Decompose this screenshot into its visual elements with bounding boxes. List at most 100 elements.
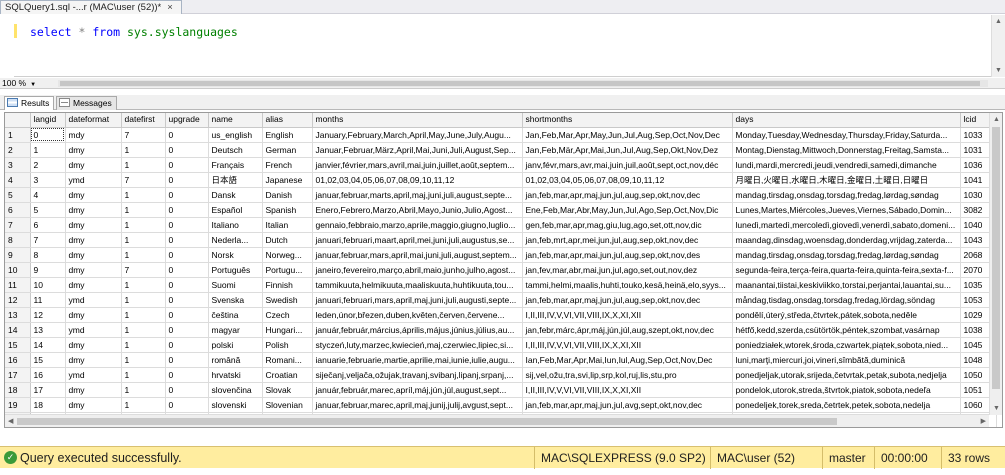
row-number[interactable]: 7 [5, 217, 31, 233]
table-cell[interactable]: Romani... [262, 352, 313, 368]
table-cell[interactable]: 0 [165, 292, 209, 308]
row-number[interactable]: 9 [5, 247, 31, 263]
table-cell[interactable]: 0 [165, 217, 209, 233]
table-cell[interactable]: ianuarie,februarie,martie,aprilie,mai,iu… [312, 352, 523, 368]
row-number[interactable]: 1 [5, 127, 31, 143]
table-cell[interactable]: Monday,Tuesday,Wednesday,Thursday,Friday… [732, 127, 961, 143]
row-number[interactable]: 5 [5, 187, 31, 203]
table-cell[interactable]: I,II,III,IV,V,VI,VII,VIII,IX,X,XI,XII [522, 307, 733, 323]
column-header[interactable]: datefirst [121, 113, 166, 128]
table-cell[interactable]: 1 [121, 397, 166, 413]
table-cell[interactable]: Enero,Febrero,Marzo,Abril,Mayo,Junio,Jul… [312, 202, 523, 218]
table-cell[interactable]: 0 [165, 337, 209, 353]
row-number[interactable]: 18 [5, 382, 31, 398]
scroll-up-icon[interactable]: ▲ [993, 116, 1000, 123]
table-cell[interactable]: 0 [165, 352, 209, 368]
column-header[interactable]: months [312, 113, 523, 128]
table-cell[interactable]: 13 [30, 322, 66, 338]
table-cell[interactable]: 1 [121, 352, 166, 368]
table-cell[interactable]: dmy [65, 382, 122, 398]
table-cell[interactable]: 16 [30, 367, 66, 383]
table-cell[interactable]: Montag,Dienstag,Mittwoch,Donnerstag,Frei… [732, 142, 961, 158]
table-cell[interactable]: 10 [30, 277, 66, 293]
table-cell[interactable]: 5 [30, 202, 66, 218]
row-number[interactable]: 13 [5, 307, 31, 323]
row-number[interactable]: 15 [5, 337, 31, 353]
table-cell[interactable]: dmy [65, 397, 122, 413]
table-cell[interactable]: ponedjeljak,utorak,srijeda,četvrtak,peta… [732, 367, 961, 383]
column-header[interactable]: langid [30, 113, 66, 128]
table-cell[interactable]: slovenčina [208, 382, 263, 398]
table-row[interactable]: 15 14 dmy 1 0 polski Polish styczeń,luty,marzec… [5, 337, 997, 353]
column-header[interactable]: upgrade [165, 113, 209, 128]
table-cell[interactable]: jan,feb,mrt,apr,mei,jun,jul,aug,sep,okt,… [522, 232, 733, 248]
table-row[interactable]: 12 11 ymd 1 0 Svenska Swedish januari,februari,… [5, 292, 997, 308]
table-cell[interactable]: Jan,Feb,Mär,Apr,Mai,Jun,Jul,Aug,Sep,Okt,… [522, 142, 733, 158]
column-header[interactable]: dateformat [65, 113, 122, 128]
query-editor[interactable]: select * from sys.syslanguages ▲ ▼ [0, 15, 1005, 77]
scroll-down-icon[interactable]: ▼ [995, 67, 1002, 74]
table-cell[interactable]: 12 [30, 307, 66, 323]
table-cell[interactable]: lunedì,martedì,mercoledì,giovedì,venerdì… [732, 217, 961, 233]
table-cell[interactable]: gennaio,febbraio,marzo,aprile,maggio,giu… [312, 217, 523, 233]
table-cell[interactable]: januar,februar,marts,april,maj,juni,juli… [312, 187, 523, 203]
table-cell[interactable]: dmy [65, 262, 122, 278]
table-cell[interactable]: 01,02,03,04,05,06,07,08,09,10,11,12 [312, 172, 523, 188]
table-cell[interactable]: styczeń,luty,marzec,kwiecień,maj,czerwie… [312, 337, 523, 353]
table-cell[interactable]: 1 [121, 367, 166, 383]
table-cell[interactable]: Danish [262, 187, 313, 203]
table-cell[interactable]: Svenska [208, 292, 263, 308]
row-number-header[interactable] [5, 113, 31, 128]
tab-messages[interactable]: Messages [56, 96, 117, 110]
table-cell[interactable]: dmy [65, 202, 122, 218]
table-cell[interactable]: hrvatski [208, 367, 263, 383]
scroll-thumb[interactable] [992, 127, 1000, 389]
table-cell[interactable]: 日本語 [208, 172, 263, 188]
editor-vertical-scrollbar[interactable]: ▲ ▼ [991, 15, 1005, 77]
table-cell[interactable]: 8 [30, 247, 66, 263]
table-cell[interactable]: 3 [30, 172, 66, 188]
table-row[interactable]: 8 7 dmy 1 0 Nederla... Dutch januari,februari,m… [5, 232, 997, 248]
table-row[interactable]: 18 17 dmy 1 0 slovenčina Slovak január,február,… [5, 382, 997, 398]
table-cell[interactable]: dmy [65, 142, 122, 158]
table-cell[interactable]: 0 [165, 307, 209, 323]
table-cell[interactable]: dmy [65, 232, 122, 248]
row-number[interactable]: 8 [5, 232, 31, 248]
table-cell[interactable]: dmy [65, 307, 122, 323]
table-cell[interactable]: gen,feb,mar,apr,mag,giu,lug,ago,set,ott,… [522, 217, 733, 233]
table-cell[interactable]: januar,februar,marec,april,maj,junij,jul… [312, 397, 523, 413]
table-cell[interactable]: 1 [121, 142, 166, 158]
table-row[interactable]: 13 12 dmy 1 0 čeština Czech leden,únor,březen,d… [5, 307, 997, 323]
table-cell[interactable]: ymd [65, 292, 122, 308]
scroll-down-icon[interactable]: ▼ [993, 405, 1000, 412]
table-cell[interactable]: 1 [121, 307, 166, 323]
row-number[interactable]: 19 [5, 397, 31, 413]
scroll-right-icon[interactable]: ▶ [981, 418, 986, 425]
table-cell[interactable]: Português [208, 262, 263, 278]
table-cell[interactable]: 0 [165, 397, 209, 413]
table-cell[interactable]: 0 [165, 127, 209, 143]
table-cell[interactable]: jan,feb,mar,apr,mai,jun,jul,aug,sep,okt,… [522, 247, 733, 263]
table-cell[interactable]: mandag,tirsdag,onsdag,torsdag,fredag,lør… [732, 247, 961, 263]
table-row[interactable]: 10 9 dmy 7 0 Português Portugu... janeiro,fever… [5, 262, 997, 278]
table-cell[interactable]: Lunes,Martes,Miércoles,Jueves,Viernes,Sá… [732, 202, 961, 218]
table-row[interactable]: 6 5 dmy 1 0 Español Spanish Enero,Febrero,Marzo… [5, 202, 997, 218]
table-cell[interactable]: 15 [30, 352, 66, 368]
row-number[interactable]: 11 [5, 277, 31, 293]
table-cell[interactable]: 7 [30, 232, 66, 248]
table-cell[interactable]: 1 [121, 232, 166, 248]
table-cell[interactable]: I,II,III,IV,V,VI,VII,VIII,IX,X,XI,XII [522, 337, 733, 353]
table-cell[interactable]: română [208, 352, 263, 368]
table-cell[interactable]: čeština [208, 307, 263, 323]
table-cell[interactable]: 0 [165, 382, 209, 398]
table-cell[interactable]: magyar [208, 322, 263, 338]
column-header[interactable]: shortmonths [522, 113, 733, 128]
table-cell[interactable]: Portugu... [262, 262, 313, 278]
table-cell[interactable]: Nederla... [208, 232, 263, 248]
table-cell[interactable]: 1 [121, 277, 166, 293]
table-cell[interactable]: poniedziałek,wtorek,środa,czwartek,piąte… [732, 337, 961, 353]
table-cell[interactable]: 1 [121, 202, 166, 218]
table-cell[interactable]: 1 [30, 142, 66, 158]
table-row[interactable]: 7 6 dmy 1 0 Italiano Italian gennaio,febbraio,m… [5, 217, 997, 233]
table-cell[interactable]: 1 [121, 217, 166, 233]
